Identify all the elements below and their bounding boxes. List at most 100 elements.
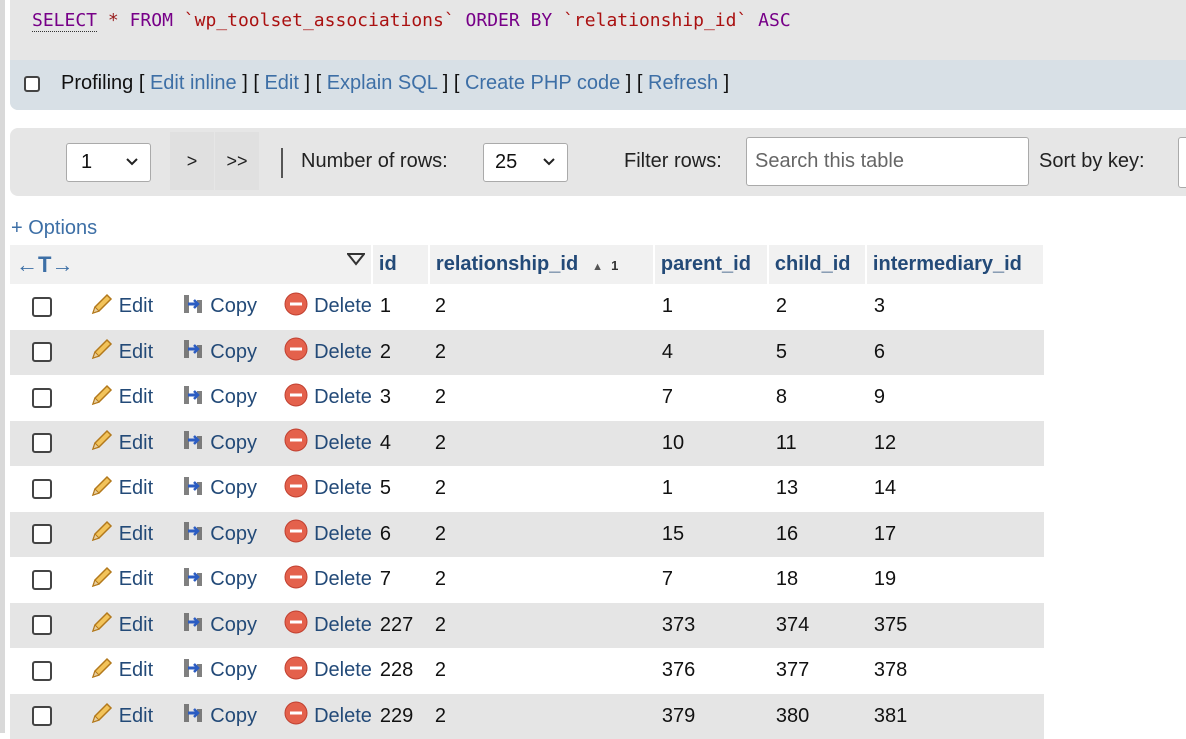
row-checkbox[interactable] <box>32 661 52 681</box>
delete-action[interactable]: Delete <box>284 614 372 636</box>
cell-parent-id: 7 <box>654 375 768 421</box>
cell-relationship-id: 2 <box>429 557 654 603</box>
row-checkbox[interactable] <box>32 433 52 453</box>
copy-action[interactable]: Copy <box>180 614 262 636</box>
edit-action[interactable]: Edit <box>89 568 159 590</box>
results-table: ←T→ id relationship_id▲1 parent_id child… <box>10 245 1045 739</box>
delete-icon <box>284 292 308 322</box>
options-link[interactable]: + Options <box>11 217 97 240</box>
cell-intermediary-id: 375 <box>866 603 1044 649</box>
copy-action[interactable]: Copy <box>180 341 262 363</box>
left-border <box>0 0 5 733</box>
cell-relationship-id: 2 <box>429 512 654 558</box>
profiling-checkbox[interactable] <box>24 76 40 92</box>
row-checkbox[interactable] <box>32 524 52 544</box>
row-actions-cell: Edit Copy Delete <box>10 648 372 694</box>
copy-icon <box>180 609 206 641</box>
last-page-button[interactable]: >> <box>215 132 259 190</box>
column-arrows-icon[interactable]: ←T→ <box>10 252 73 277</box>
sort-by-key-select[interactable] <box>1178 137 1186 188</box>
copy-action[interactable]: Copy <box>180 523 262 545</box>
copy-action[interactable]: Copy <box>180 295 262 317</box>
sql-select[interactable]: SELECT <box>32 10 97 32</box>
delete-action[interactable]: Delete <box>284 295 372 317</box>
edit-link[interactable]: Edit <box>264 72 298 94</box>
pencil-icon <box>89 382 115 414</box>
table-actions-header: ←T→ <box>10 245 372 284</box>
cell-child-id: 374 <box>768 603 866 649</box>
copy-action[interactable]: Copy <box>180 659 262 681</box>
delete-action[interactable]: Delete <box>284 523 372 545</box>
cell-relationship-id: 2 <box>429 421 654 467</box>
delete-action[interactable]: Delete <box>284 477 372 499</box>
cell-child-id: 18 <box>768 557 866 603</box>
delete-icon <box>284 428 308 458</box>
row-checkbox[interactable] <box>32 388 52 408</box>
cell-intermediary-id: 381 <box>866 694 1044 739</box>
sql-dir: ASC <box>758 10 791 31</box>
cell-parent-id: 10 <box>654 421 768 467</box>
column-header-parent-id[interactable]: parent_id <box>654 245 768 284</box>
refresh-link[interactable]: Refresh <box>648 72 718 94</box>
cell-relationship-id: 2 <box>429 603 654 649</box>
table-row: Edit Copy Delete 3 2 7 8 9 <box>10 375 1044 421</box>
delete-action[interactable]: Delete <box>284 432 372 454</box>
column-header-intermediary-id[interactable]: intermediary_id <box>866 245 1044 284</box>
rows-select-value: 25 <box>495 151 517 174</box>
delete-action[interactable]: Delete <box>284 568 372 590</box>
edit-action[interactable]: Edit <box>89 614 159 636</box>
row-checkbox[interactable] <box>32 297 52 317</box>
sql-links: Profiling [ Edit inline ] [ Edit ] [ Exp… <box>61 72 729 95</box>
copy-action[interactable]: Copy <box>180 432 262 454</box>
nav-separator <box>281 148 283 178</box>
edit-action[interactable]: Edit <box>89 295 159 317</box>
copy-action[interactable]: Copy <box>180 568 262 590</box>
sql-star: * <box>108 10 119 31</box>
rows-select[interactable]: 25 <box>483 143 568 182</box>
copy-action[interactable]: Copy <box>180 477 262 499</box>
table-row: Edit Copy Delete 1 2 1 2 3 <box>10 284 1044 330</box>
delete-icon <box>284 610 308 640</box>
create-php-code-link[interactable]: Create PHP code <box>465 72 620 94</box>
delete-action[interactable]: Delete <box>284 705 372 727</box>
page-select[interactable]: 1 <box>66 143 151 182</box>
row-checkbox[interactable] <box>32 570 52 590</box>
delete-action[interactable]: Delete <box>284 341 372 363</box>
row-actions-cell: Edit Copy Delete <box>10 284 372 330</box>
column-header-child-id[interactable]: child_id <box>768 245 866 284</box>
copy-action[interactable]: Copy <box>180 705 262 727</box>
edit-action[interactable]: Edit <box>89 432 159 454</box>
cell-intermediary-id: 6 <box>866 330 1044 376</box>
cell-relationship-id: 2 <box>429 648 654 694</box>
delete-icon <box>284 474 308 504</box>
dropdown-triangle-icon[interactable] <box>347 252 365 269</box>
edit-action[interactable]: Edit <box>89 523 159 545</box>
row-actions-cell: Edit Copy Delete <box>10 330 372 376</box>
edit-action[interactable]: Edit <box>89 341 159 363</box>
edit-action[interactable]: Edit <box>89 477 159 499</box>
row-checkbox[interactable] <box>32 479 52 499</box>
table-row: Edit Copy Delete 6 2 15 16 17 <box>10 512 1044 558</box>
edit-action[interactable]: Edit <box>89 659 159 681</box>
edit-inline-link[interactable]: Edit inline <box>150 72 237 94</box>
delete-icon <box>284 383 308 413</box>
row-checkbox[interactable] <box>32 615 52 635</box>
cell-relationship-id: 2 <box>429 330 654 376</box>
cell-id: 4 <box>372 421 429 467</box>
column-header-id[interactable]: id <box>372 245 429 284</box>
row-checkbox[interactable] <box>32 342 52 362</box>
delete-action[interactable]: Delete <box>284 659 372 681</box>
table-row: Edit Copy Delete 2 2 4 5 6 <box>10 330 1044 376</box>
column-header-relationship-id[interactable]: relationship_id▲1 <box>429 245 654 284</box>
edit-action[interactable]: Edit <box>89 705 159 727</box>
delete-action[interactable]: Delete <box>284 386 372 408</box>
search-input[interactable] <box>746 137 1029 186</box>
edit-action[interactable]: Edit <box>89 386 159 408</box>
row-checkbox[interactable] <box>32 706 52 726</box>
explain-sql-link[interactable]: Explain SQL <box>327 72 437 94</box>
table-header-row: ←T→ id relationship_id▲1 parent_id child… <box>10 245 1044 284</box>
cell-id: 227 <box>372 603 429 649</box>
row-actions-cell: Edit Copy Delete <box>10 557 372 603</box>
next-page-button[interactable]: > <box>170 132 214 190</box>
copy-action[interactable]: Copy <box>180 386 262 408</box>
